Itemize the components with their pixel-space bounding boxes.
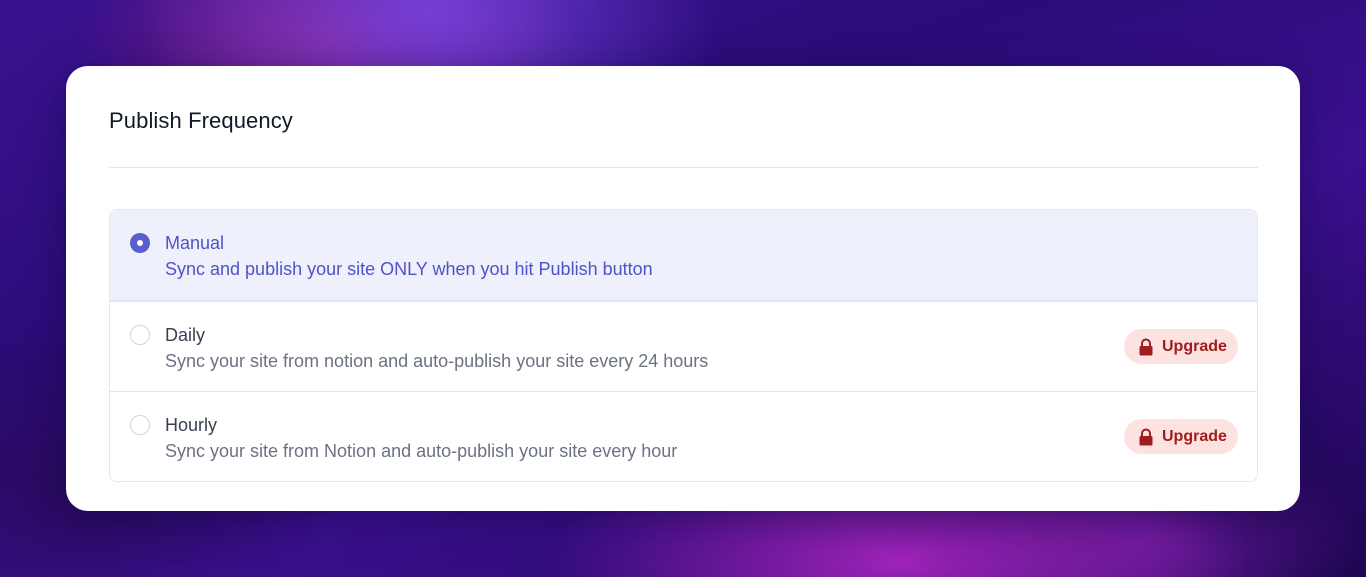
option-description: Sync and publish your site ONLY when you… [165, 259, 653, 279]
lock-icon [1139, 338, 1153, 355]
option-label: Hourly [165, 415, 218, 435]
option-description: Sync your site from notion and auto-publ… [165, 351, 709, 371]
option-label: Daily [165, 325, 206, 345]
lock-icon [1139, 428, 1153, 445]
option-hourly[interactable]: Hourly Sync your site from Notion and au… [110, 391, 1257, 481]
option-label: Manual [165, 233, 225, 253]
publish-frequency-card: Publish Frequency Manual Sync and publis… [66, 66, 1300, 511]
radio-manual[interactable] [130, 233, 150, 253]
upgrade-button[interactable]: Upgrade [1124, 419, 1238, 454]
upgrade-button[interactable]: Upgrade [1124, 329, 1238, 364]
option-manual[interactable]: Manual Sync and publish your site ONLY w… [110, 210, 1257, 301]
upgrade-label: Upgrade [1162, 427, 1227, 445]
radio-daily[interactable] [130, 325, 150, 345]
upgrade-label: Upgrade [1162, 337, 1227, 355]
frequency-radio-group: Manual Sync and publish your site ONLY w… [109, 209, 1258, 482]
divider [109, 167, 1258, 168]
option-description: Sync your site from Notion and auto-publ… [165, 441, 678, 461]
radio-hourly[interactable] [130, 415, 150, 435]
option-daily[interactable]: Daily Sync your site from notion and aut… [110, 301, 1257, 391]
page-title: Publish Frequency [109, 108, 293, 133]
